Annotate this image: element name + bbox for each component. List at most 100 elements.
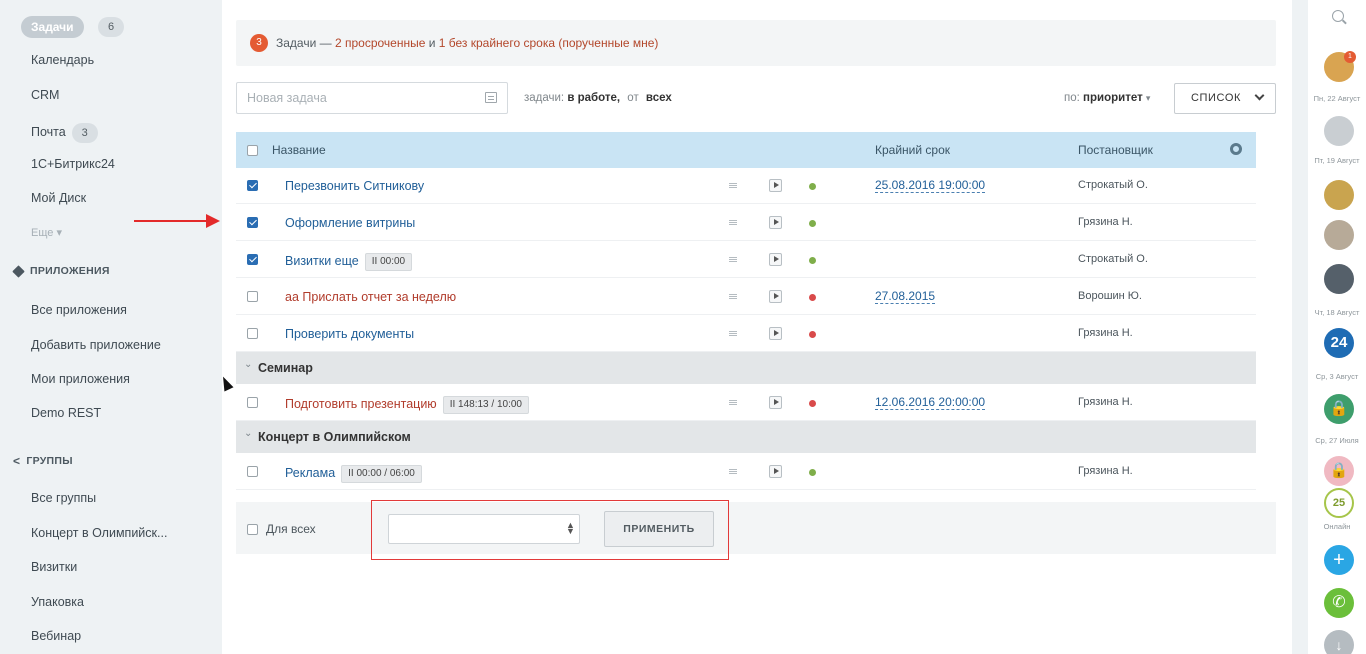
task-checkbox[interactable] — [247, 397, 258, 408]
sidebar-item-group-packaging[interactable]: Упаковка — [31, 595, 84, 609]
red-arrow-annotation — [134, 214, 220, 228]
task-row[interactable]: Перезвонить Ситникову 25.08.2016 19:00:00… — [236, 168, 1256, 204]
task-checkbox[interactable] — [247, 291, 258, 302]
task-title-link[interactable]: Подготовить презентацию II 148:13 / 10:00 — [285, 396, 529, 414]
task-author[interactable]: Грязина Н. — [1078, 327, 1133, 339]
menu-icon[interactable] — [729, 469, 737, 470]
sidebar-item-tasks[interactable]: Задачи — [21, 16, 84, 38]
bitrix24-chat-icon[interactable]: 24 — [1324, 328, 1354, 358]
sidebar-item-disk[interactable]: Мой Диск — [31, 191, 86, 205]
sidebar-item-mail[interactable]: Почта 3 — [31, 123, 98, 143]
task-title-link[interactable]: Визитки еще II 00:00 — [285, 253, 413, 271]
online-counter[interactable]: 25 — [1324, 488, 1354, 518]
phone-icon[interactable]: ✆ — [1324, 588, 1354, 618]
sort-value-link[interactable]: приоритет — [1083, 92, 1143, 104]
task-timer[interactable]: II 148:13 / 10:00 — [442, 396, 529, 414]
task-checkbox[interactable] — [247, 328, 258, 339]
chevron-down-icon — [1254, 90, 1265, 101]
play-icon[interactable] — [769, 179, 782, 192]
task-row[interactable]: аа Прислать отчет за неделю 27.08.2015 Вор… — [236, 279, 1256, 315]
task-timer[interactable]: II 00:00 / 06:00 — [341, 465, 422, 483]
no-deadline-link[interactable]: 1 без крайнего срока — [439, 36, 555, 50]
column-name-header[interactable]: Название — [272, 143, 326, 157]
task-deadline[interactable]: 12.06.2016 20:00:00 — [875, 395, 986, 410]
online-label: Онлайн — [1323, 522, 1351, 531]
play-icon[interactable] — [769, 290, 782, 303]
task-deadline[interactable]: 27.08.2015 — [875, 289, 936, 304]
task-author[interactable]: Ворошин Ю. — [1078, 290, 1142, 302]
task-checkbox[interactable] — [247, 466, 258, 477]
menu-icon[interactable] — [729, 183, 737, 184]
template-icon[interactable] — [485, 92, 497, 103]
task-author[interactable]: Грязина Н. — [1078, 396, 1133, 408]
task-author[interactable]: Грязина Н. — [1078, 465, 1133, 477]
task-row[interactable]: Подготовить презентацию II 148:13 / 10:00… — [236, 385, 1256, 421]
task-title-link[interactable]: Перезвонить Ситникову — [285, 179, 424, 193]
filter-who-link[interactable]: всех — [646, 92, 672, 104]
task-title-link[interactable]: Проверить документы — [285, 327, 414, 341]
lock-icon[interactable]: 🔒 — [1324, 456, 1354, 486]
sidebar-item-group-webinar[interactable]: Вебинар — [31, 629, 81, 643]
search-icon[interactable] — [1332, 10, 1344, 22]
task-checkbox[interactable] — [247, 180, 258, 191]
groups-section-header[interactable]: < ГРУППЫ — [13, 454, 73, 468]
status-dot-icon — [809, 469, 816, 476]
sidebar-more-link[interactable]: Еще ▾ — [31, 226, 62, 239]
task-row[interactable]: Визитки еще II 00:00 Строкатый О. — [236, 242, 1256, 278]
sidebar-item-crm[interactable]: CRM — [31, 88, 59, 102]
column-deadline-header[interactable]: Крайний срок — [875, 143, 950, 157]
task-deadline[interactable]: 25.08.2016 19:00:00 — [875, 178, 986, 193]
avatar[interactable] — [1324, 220, 1354, 250]
menu-icon[interactable] — [729, 331, 737, 332]
task-title-link[interactable]: Оформление витрины — [285, 216, 415, 230]
task-checkbox[interactable] — [247, 254, 258, 265]
overdue-link[interactable]: 2 просроченные — [335, 36, 425, 50]
sidebar-item-my-apps[interactable]: Мои приложения — [31, 372, 130, 386]
sidebar-item-group-cards[interactable]: Визитки — [31, 560, 77, 574]
lock-icon[interactable]: 🔒 — [1324, 394, 1354, 424]
avatar[interactable] — [1324, 264, 1354, 294]
play-icon[interactable] — [769, 253, 782, 266]
task-row[interactable]: Оформление витрины Грязина Н. — [236, 205, 1256, 241]
task-row[interactable]: Реклама II 00:00 / 06:00 Грязина Н. — [236, 454, 1256, 490]
menu-icon[interactable] — [729, 220, 737, 221]
status-dot-icon — [809, 257, 816, 264]
apps-section-header[interactable]: ПРИЛОЖЕНИЯ — [12, 264, 110, 278]
task-title-text: Проверить документы — [285, 327, 415, 341]
avatar[interactable] — [1324, 180, 1354, 210]
new-task-input[interactable]: Новая задача — [236, 82, 508, 114]
task-author[interactable]: Строкатый О. — [1078, 253, 1148, 265]
task-title-link[interactable]: аа Прислать отчет за неделю — [285, 290, 456, 304]
menu-icon[interactable] — [729, 257, 737, 258]
sidebar-item-calendar[interactable]: Календарь — [31, 53, 94, 67]
sidebar-item-group-concert[interactable]: Концерт в Олимпийск... — [31, 526, 167, 540]
task-author[interactable]: Строкатый О. — [1078, 179, 1148, 191]
menu-icon[interactable] — [729, 294, 737, 295]
download-icon[interactable]: ↓ — [1324, 630, 1354, 654]
play-icon[interactable] — [769, 465, 782, 478]
task-checkbox[interactable] — [247, 217, 258, 228]
play-icon[interactable] — [769, 396, 782, 409]
play-icon[interactable] — [769, 327, 782, 340]
filter-status-link[interactable]: в работе, — [567, 92, 620, 104]
task-row[interactable]: Проверить документы Грязина Н. — [236, 316, 1256, 352]
sidebar-item-bitrix[interactable]: 1С+Битрикс24 — [31, 157, 115, 171]
task-group-header[interactable]: Концерт в Олимпийском — [236, 418, 1256, 453]
play-icon[interactable] — [769, 216, 782, 229]
task-author[interactable]: Грязина Н. — [1078, 216, 1133, 228]
view-mode-dropdown[interactable]: СПИСОК — [1174, 83, 1276, 114]
plus-icon[interactable]: + — [1324, 545, 1354, 575]
task-group-header[interactable]: Семинар — [236, 349, 1256, 384]
sidebar-item-all-groups[interactable]: Все группы — [31, 491, 96, 505]
column-author-header[interactable]: Постановщик — [1078, 143, 1153, 157]
menu-icon[interactable] — [729, 400, 737, 401]
for-all-checkbox[interactable] — [247, 524, 258, 535]
select-all-checkbox[interactable] — [247, 145, 258, 156]
sidebar-item-demo-rest[interactable]: Demo REST — [31, 406, 101, 420]
sidebar-item-add-app[interactable]: Добавить приложение — [31, 338, 161, 352]
sidebar-item-all-apps[interactable]: Все приложения — [31, 303, 127, 317]
task-title-link[interactable]: Реклама II 00:00 / 06:00 — [285, 465, 422, 483]
task-timer[interactable]: II 00:00 — [364, 253, 413, 271]
avatar[interactable] — [1324, 116, 1354, 146]
gear-icon[interactable] — [1230, 143, 1242, 155]
